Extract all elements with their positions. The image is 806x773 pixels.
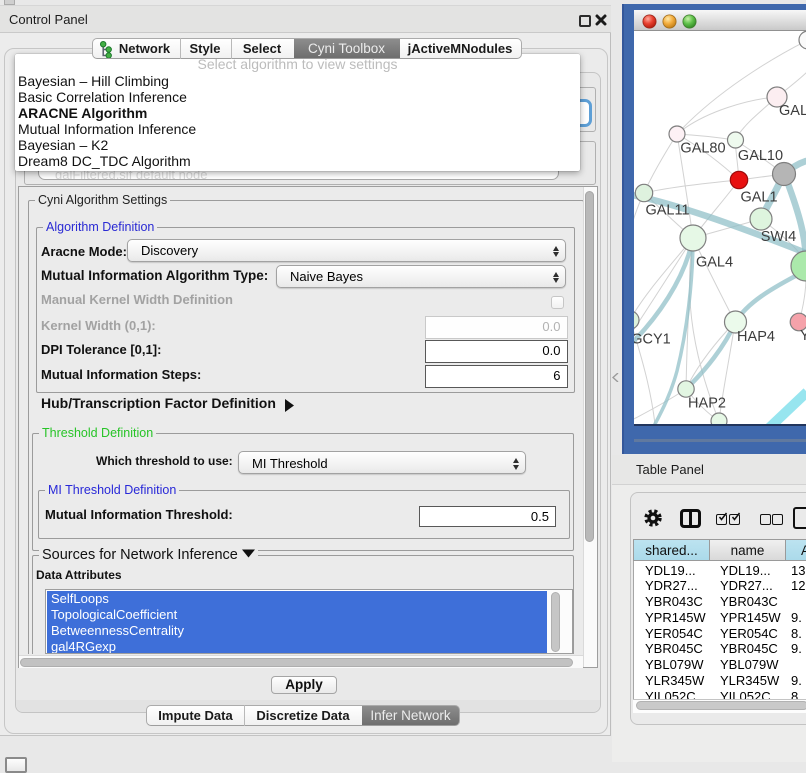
svg-text:GAL4: GAL4 bbox=[696, 255, 733, 271]
svg-text:GAL2: GAL2 bbox=[779, 103, 806, 119]
svg-text:HAP4: HAP4 bbox=[737, 329, 775, 345]
svg-text:GAL11: GAL11 bbox=[645, 203, 689, 219]
svg-text:Y: Y bbox=[800, 328, 806, 344]
svg-text:GCY1: GCY1 bbox=[634, 332, 671, 348]
svg-text:HAP2: HAP2 bbox=[688, 396, 726, 412]
svg-text:GAL1: GAL1 bbox=[740, 190, 777, 206]
svg-text:GAL80: GAL80 bbox=[680, 141, 725, 157]
svg-text:SWI4: SWI4 bbox=[761, 229, 796, 245]
svg-text:GAL10: GAL10 bbox=[738, 148, 783, 164]
